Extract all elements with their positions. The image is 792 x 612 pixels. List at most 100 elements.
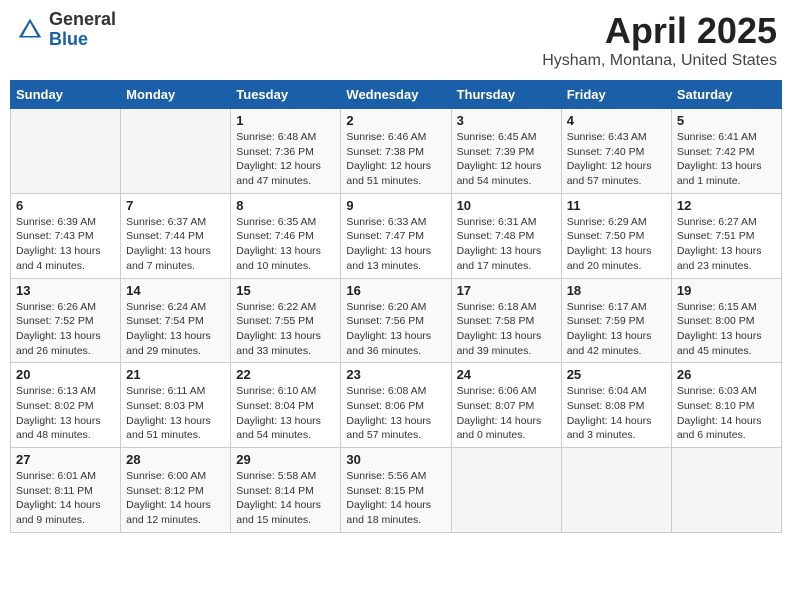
calendar-cell: 21Sunrise: 6:11 AMSunset: 8:03 PMDayligh… [121,363,231,448]
day-number: 14 [126,283,225,298]
day-number: 22 [236,367,335,382]
day-info: Sunrise: 6:33 AMSunset: 7:47 PMDaylight:… [346,215,445,274]
day-info: Sunrise: 6:24 AMSunset: 7:54 PMDaylight:… [126,300,225,359]
day-info: Sunrise: 5:58 AMSunset: 8:14 PMDaylight:… [236,469,335,528]
calendar-header-wednesday: Wednesday [341,81,451,109]
calendar-cell: 24 Sunrise: 6:06 AMSunset: 8:07 PMDayligh… [451,363,561,448]
calendar-cell [121,109,231,194]
calendar-cell: 3 Sunrise: 6:45 AMSunset: 7:39 PMDaylight… [451,109,561,194]
calendar-header-monday: Monday [121,81,231,109]
calendar-week-row: 1 Sunrise: 6:48 AMSunset: 7:36 PMDaylight… [11,109,782,194]
day-number: 27 [16,452,115,467]
calendar-cell: 13 Sunrise: 6:26 AMSunset: 7:52 PMDayligh… [11,278,121,363]
calendar-cell: 15 Sunrise: 6:22 AMSunset: 7:55 PMDayligh… [231,278,341,363]
calendar-header-sunday: Sunday [11,81,121,109]
calendar-cell: 30 Sunrise: 5:56 AMSunset: 8:15 PMDayligh… [341,448,451,533]
day-info: Sunrise: 6:11 AMSunset: 8:03 PMDaylight:… [126,384,225,443]
calendar-table: SundayMondayTuesdayWednesdayThursdayFrid… [10,80,782,533]
logo: General Blue [15,10,116,50]
calendar-header-saturday: Saturday [671,81,781,109]
day-number: 16 [346,283,445,298]
day-number: 6 [16,198,115,213]
day-info: Sunrise: 6:20 AMSunset: 7:56 PMDaylight:… [346,300,445,359]
day-number: 29 [236,452,335,467]
day-number: 24 [457,367,556,382]
day-info: Sunrise: 5:56 AMSunset: 8:15 PMDaylight:… [346,469,445,528]
calendar-cell [561,448,671,533]
day-number: 30 [346,452,445,467]
calendar-cell: 10Sunrise: 6:31 AMSunset: 7:48 PMDayligh… [451,193,561,278]
day-info: Sunrise: 6:04 AMSunset: 8:08 PMDaylight:… [567,384,666,443]
day-number: 25 [567,367,666,382]
day-info: Sunrise: 6:15 AMSunset: 8:00 PMDaylight:… [677,300,776,359]
day-number: 1 [236,113,335,128]
title-block: April 2025 Hysham, Montana, United State… [542,10,777,70]
calendar-cell: 4 Sunrise: 6:43 AMSunset: 7:40 PMDaylight… [561,109,671,194]
day-info: Sunrise: 6:17 AMSunset: 7:59 PMDaylight:… [567,300,666,359]
calendar-cell: 5Sunrise: 6:41 AMSunset: 7:42 PMDaylight… [671,109,781,194]
page-header: General Blue April 2025 Hysham, Montana,… [10,10,782,70]
day-info: Sunrise: 6:06 AMSunset: 8:07 PMDaylight:… [457,384,556,443]
calendar-cell: 26Sunrise: 6:03 AMSunset: 8:10 PMDayligh… [671,363,781,448]
day-number: 19 [677,283,776,298]
day-number: 7 [126,198,225,213]
calendar-cell: 8Sunrise: 6:35 AMSunset: 7:46 PMDaylight… [231,193,341,278]
calendar-cell: 6 Sunrise: 6:39 AMSunset: 7:43 PMDaylight… [11,193,121,278]
calendar-header-friday: Friday [561,81,671,109]
logo-icon [15,15,45,45]
day-info: Sunrise: 6:10 AMSunset: 8:04 PMDaylight:… [236,384,335,443]
day-number: 4 [567,113,666,128]
calendar-cell: 29 Sunrise: 5:58 AMSunset: 8:14 PMDayligh… [231,448,341,533]
day-info: Sunrise: 6:35 AMSunset: 7:46 PMDaylight:… [236,215,335,274]
day-info: Sunrise: 6:26 AMSunset: 7:52 PMDaylight:… [16,300,115,359]
calendar-header-tuesday: Tuesday [231,81,341,109]
day-number: 23 [346,367,445,382]
day-info: Sunrise: 6:22 AMSunset: 7:55 PMDaylight:… [236,300,335,359]
calendar-cell: 23Sunrise: 6:08 AMSunset: 8:06 PMDayligh… [341,363,451,448]
calendar-week-row: 27 Sunrise: 6:01 AMSunset: 8:11 PMDayligh… [11,448,782,533]
calendar-cell: 28Sunrise: 6:00 AMSunset: 8:12 PMDayligh… [121,448,231,533]
day-number: 2 [346,113,445,128]
calendar-cell: 1 Sunrise: 6:48 AMSunset: 7:36 PMDaylight… [231,109,341,194]
day-number: 18 [567,283,666,298]
day-number: 11 [567,198,666,213]
calendar-cell: 17Sunrise: 6:18 AMSunset: 7:58 PMDayligh… [451,278,561,363]
calendar-week-row: 13 Sunrise: 6:26 AMSunset: 7:52 PMDayligh… [11,278,782,363]
calendar-week-row: 20 Sunrise: 6:13 AMSunset: 8:02 PMDayligh… [11,363,782,448]
day-info: Sunrise: 6:01 AMSunset: 8:11 PMDaylight:… [16,469,115,528]
calendar-cell [451,448,561,533]
day-info: Sunrise: 6:45 AMSunset: 7:39 PMDaylight:… [457,130,556,189]
day-number: 15 [236,283,335,298]
calendar-cell: 16 Sunrise: 6:20 AMSunset: 7:56 PMDayligh… [341,278,451,363]
day-number: 28 [126,452,225,467]
day-info: Sunrise: 6:46 AMSunset: 7:38 PMDaylight:… [346,130,445,189]
calendar-cell: 20 Sunrise: 6:13 AMSunset: 8:02 PMDayligh… [11,363,121,448]
day-info: Sunrise: 6:37 AMSunset: 7:44 PMDaylight:… [126,215,225,274]
calendar-cell: 19 Sunrise: 6:15 AMSunset: 8:00 PMDayligh… [671,278,781,363]
calendar-cell: 7 Sunrise: 6:37 AMSunset: 7:44 PMDaylight… [121,193,231,278]
day-number: 26 [677,367,776,382]
day-number: 12 [677,198,776,213]
logo-general-text: General [49,10,116,30]
calendar-location: Hysham, Montana, United States [542,52,777,70]
calendar-header-thursday: Thursday [451,81,561,109]
day-number: 20 [16,367,115,382]
day-number: 9 [346,198,445,213]
calendar-cell: 14 Sunrise: 6:24 AMSunset: 7:54 PMDayligh… [121,278,231,363]
calendar-cell [11,109,121,194]
day-number: 3 [457,113,556,128]
day-info: Sunrise: 6:13 AMSunset: 8:02 PMDaylight:… [16,384,115,443]
day-info: Sunrise: 6:48 AMSunset: 7:36 PMDaylight:… [236,130,335,189]
calendar-cell: 11 Sunrise: 6:29 AMSunset: 7:50 PMDayligh… [561,193,671,278]
day-number: 17 [457,283,556,298]
day-info: Sunrise: 6:29 AMSunset: 7:50 PMDaylight:… [567,215,666,274]
logo-text: General Blue [49,10,116,50]
calendar-cell: 22 Sunrise: 6:10 AMSunset: 8:04 PMDayligh… [231,363,341,448]
day-number: 5 [677,113,776,128]
calendar-title: April 2025 [542,10,777,52]
calendar-cell [671,448,781,533]
day-info: Sunrise: 6:31 AMSunset: 7:48 PMDaylight:… [457,215,556,274]
day-number: 13 [16,283,115,298]
day-info: Sunrise: 6:43 AMSunset: 7:40 PMDaylight:… [567,130,666,189]
day-info: Sunrise: 6:39 AMSunset: 7:43 PMDaylight:… [16,215,115,274]
